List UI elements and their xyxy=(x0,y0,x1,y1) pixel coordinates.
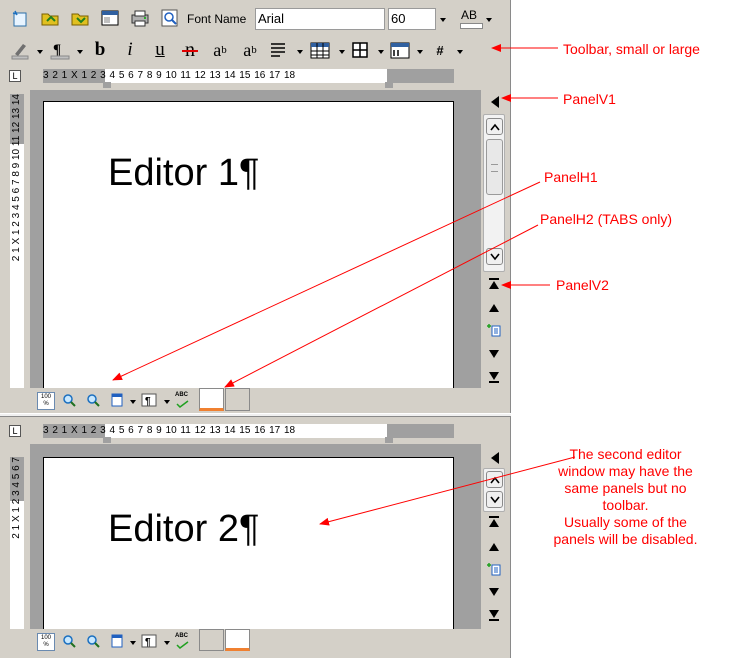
annotation-panelh2: PanelH2 (TABS only) xyxy=(540,211,673,227)
annotation-line-6: panels will be disabled. xyxy=(553,531,698,547)
annotation-line-5: Usually some of the xyxy=(564,514,687,530)
annotation-toolbar: Toolbar, small or large xyxy=(563,41,700,57)
annotation-line-4: toolbar. xyxy=(602,497,649,513)
panelh1-arrow xyxy=(112,181,541,381)
annotation-line-2: window may have the xyxy=(558,463,693,479)
annotation-panelv1: PanelV1 xyxy=(563,91,616,107)
annotation-line-3: same panels but no xyxy=(564,480,687,496)
annotation-line-1: The second editor xyxy=(569,446,682,462)
annotation-second-editor: The second editor window may have the sa… xyxy=(518,446,733,548)
annotation-panelh1: PanelH1 xyxy=(544,169,598,185)
annotation-arrows xyxy=(112,44,576,526)
annotation-panelv2: PanelV2 xyxy=(556,277,609,293)
